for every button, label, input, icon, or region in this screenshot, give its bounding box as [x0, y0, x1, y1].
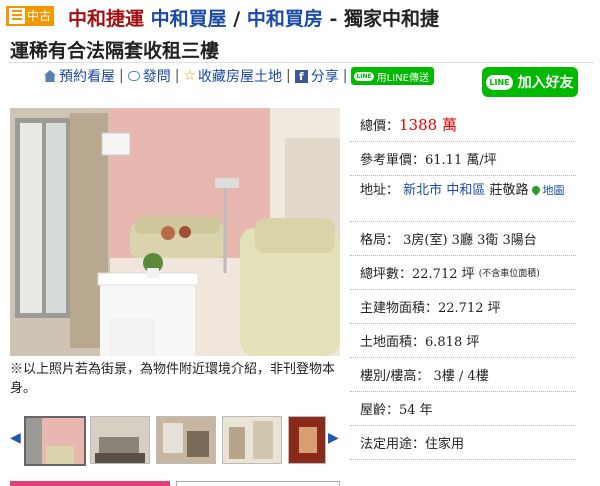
- address-road: 莊敬路: [489, 183, 529, 198]
- separator: |: [119, 68, 124, 84]
- thumbnail-3[interactable]: [156, 416, 216, 464]
- book-viewing-link[interactable]: 預約看屋: [59, 66, 115, 86]
- page-title-line2: 運稀有合法隔套收租三樓: [10, 40, 220, 62]
- address-row: 地址： 新北市 中和區 莊敬路 地圖: [350, 176, 576, 222]
- prev-arrow-icon[interactable]: ◀: [10, 430, 21, 446]
- total-area-row: 總坪數：22.712 坪 (不含車位面積): [350, 256, 576, 290]
- unit-price-row: 參考單價：61.11 萬/坪: [350, 142, 576, 176]
- badge-label: 中古: [27, 9, 52, 23]
- separator: |: [174, 68, 180, 84]
- line-add-friend-button[interactable]: LINE 加入好友: [482, 67, 578, 97]
- map-pin-icon: [530, 184, 543, 196]
- separator: |: [342, 68, 348, 84]
- house-icon: [44, 70, 56, 82]
- facebook-icon: f: [294, 69, 308, 83]
- address-label: 地址：: [360, 183, 400, 198]
- contact-button[interactable]: [10, 481, 170, 486]
- address-district-link[interactable]: 中和區: [446, 183, 485, 198]
- breadcrumb-link-buy[interactable]: 中和買屋: [151, 8, 227, 30]
- main-building-area-row: 主建物面積：22.712 坪: [350, 290, 576, 324]
- breadcrumb-link-buyhouse[interactable]: 中和買房: [247, 8, 323, 30]
- thumbnail-strip: ◀ ▶: [10, 414, 340, 466]
- separator: |: [286, 68, 291, 84]
- action-bar: 預約看屋 | 發問 | ☆ 收藏房屋土地 | f 分享 | LINE 用LINE傳…: [44, 66, 434, 86]
- legal-use-row: 法定用途：住家用: [350, 426, 576, 460]
- thumbnail-2[interactable]: [90, 416, 150, 464]
- title-dash: -: [329, 8, 338, 30]
- thumbnail-1[interactable]: [24, 416, 86, 466]
- breadcrumb-slash: /: [233, 8, 241, 30]
- living-room-photo: [10, 108, 340, 356]
- used-house-badge: 中古: [6, 6, 54, 26]
- title-text-1: 獨家中和捷: [344, 8, 440, 30]
- age-row: 屋齡：54 年: [350, 392, 576, 426]
- ask-question-link[interactable]: 發問: [143, 66, 171, 86]
- secondary-button[interactable]: [176, 481, 340, 486]
- save-favorite-link[interactable]: 收藏房屋土地: [198, 66, 282, 86]
- breadcrumb-link-mrt[interactable]: 中和捷運: [68, 8, 144, 30]
- address-city-link[interactable]: 新北市: [403, 183, 442, 198]
- line-send-label: 用LINE傳送: [376, 72, 429, 84]
- line-icon: LINE: [486, 74, 513, 90]
- total-area-note: (不含車位面積): [478, 269, 540, 279]
- title-divider: [8, 62, 594, 63]
- photo-caption: ※以上照片若為街景，為物件附近環境介紹，非刊登物本身。: [10, 362, 336, 396]
- price-label: 總價：: [360, 119, 400, 134]
- line-icon: LINE: [354, 71, 374, 81]
- layout-row: 格局： 3房(室) 3廳 3衛 3陽台: [350, 222, 576, 256]
- price-row: 總價： 1388 萬: [350, 108, 576, 142]
- add-friend-label: 加入好友: [517, 75, 574, 91]
- next-arrow-icon[interactable]: ▶: [328, 430, 339, 446]
- star-icon: ☆: [183, 68, 196, 84]
- land-area-row: 土地面積：6.818 坪: [350, 324, 576, 358]
- thumbnail-5[interactable]: [288, 416, 326, 464]
- price-value: 1388 萬: [399, 116, 457, 134]
- share-link[interactable]: 分享: [311, 66, 339, 86]
- page-title-line1: 中和捷運 中和買屋 / 中和買房 - 獨家中和捷: [68, 4, 439, 31]
- building-icon: [9, 8, 25, 24]
- thumbnail-4[interactable]: [222, 416, 282, 464]
- chat-icon: [127, 71, 140, 81]
- main-property-photo[interactable]: [10, 108, 340, 356]
- map-link[interactable]: 地圖: [542, 184, 564, 197]
- total-area-value: 總坪數：22.712 坪: [360, 267, 475, 282]
- floor-row: 樓別/樓高： 3樓 / 4樓: [350, 358, 576, 392]
- property-info-panel: 總價： 1388 萬 參考單價：61.11 萬/坪 地址： 新北市 中和區 莊敬…: [350, 108, 576, 460]
- line-send-button[interactable]: LINE 用LINE傳送: [351, 67, 434, 85]
